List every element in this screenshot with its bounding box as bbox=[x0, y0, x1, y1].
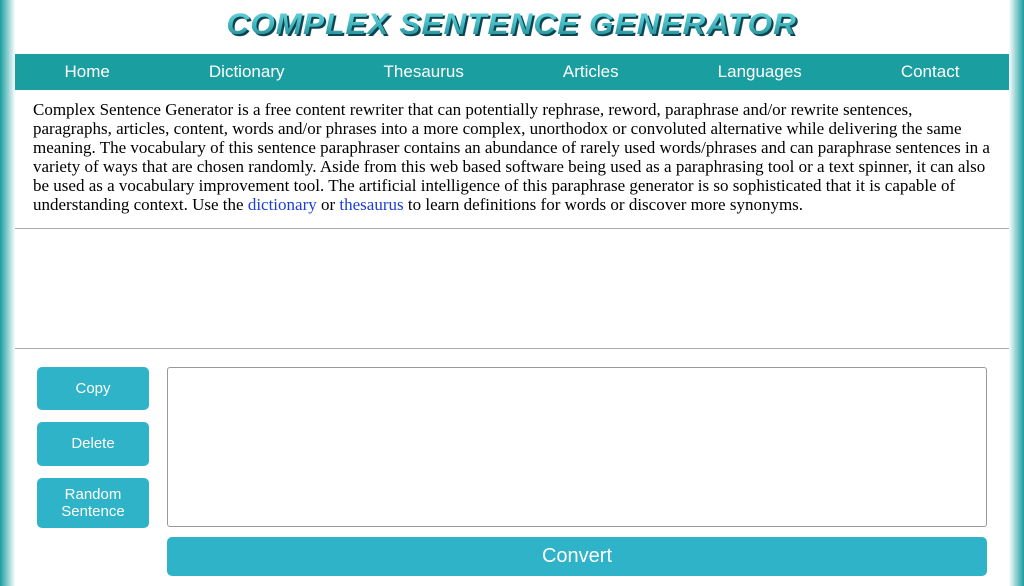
ad-spacer bbox=[15, 229, 1009, 349]
nav-languages[interactable]: Languages bbox=[708, 60, 812, 84]
nav-articles[interactable]: Articles bbox=[553, 60, 629, 84]
input-column: Convert bbox=[167, 367, 987, 576]
text-input[interactable] bbox=[167, 367, 987, 527]
nav-dictionary[interactable]: Dictionary bbox=[199, 60, 295, 84]
main-area: Copy Delete Random Sentence Convert bbox=[15, 349, 1009, 586]
nav-home[interactable]: Home bbox=[55, 60, 120, 84]
nav-contact[interactable]: Contact bbox=[891, 60, 970, 84]
thesaurus-link[interactable]: thesaurus bbox=[339, 195, 403, 214]
description-after: to learn definitions for words or discov… bbox=[404, 195, 803, 214]
dictionary-link[interactable]: dictionary bbox=[248, 195, 317, 214]
description-text: Complex Sentence Generator is a free con… bbox=[15, 90, 1009, 229]
random-sentence-button[interactable]: Random Sentence bbox=[37, 478, 149, 529]
navbar: Home Dictionary Thesaurus Articles Langu… bbox=[15, 54, 1009, 90]
copy-button[interactable]: Copy bbox=[37, 367, 149, 410]
description-mid: or bbox=[317, 195, 340, 214]
delete-button[interactable]: Delete bbox=[37, 422, 149, 465]
side-buttons: Copy Delete Random Sentence bbox=[37, 367, 149, 576]
header: Complex Sentence Generator bbox=[15, 0, 1009, 54]
site-logo: Complex Sentence Generator bbox=[227, 8, 797, 42]
convert-button[interactable]: Convert bbox=[167, 537, 987, 576]
nav-thesaurus[interactable]: Thesaurus bbox=[374, 60, 474, 84]
page-container: Complex Sentence Generator Home Dictiona… bbox=[15, 0, 1009, 586]
